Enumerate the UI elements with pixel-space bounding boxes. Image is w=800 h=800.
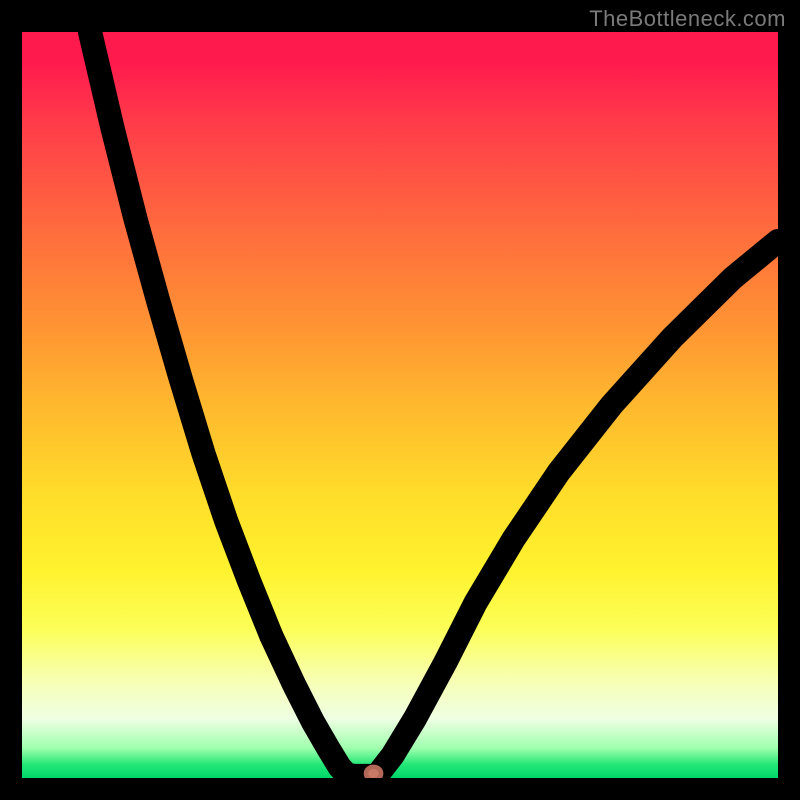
watermark-text: TheBottleneck.com (589, 6, 786, 32)
optimum-marker (366, 767, 381, 778)
plot-area (22, 32, 778, 778)
bottleneck-curve (90, 32, 778, 776)
chart-frame: TheBottleneck.com (0, 0, 800, 800)
curve-svg (22, 32, 778, 778)
